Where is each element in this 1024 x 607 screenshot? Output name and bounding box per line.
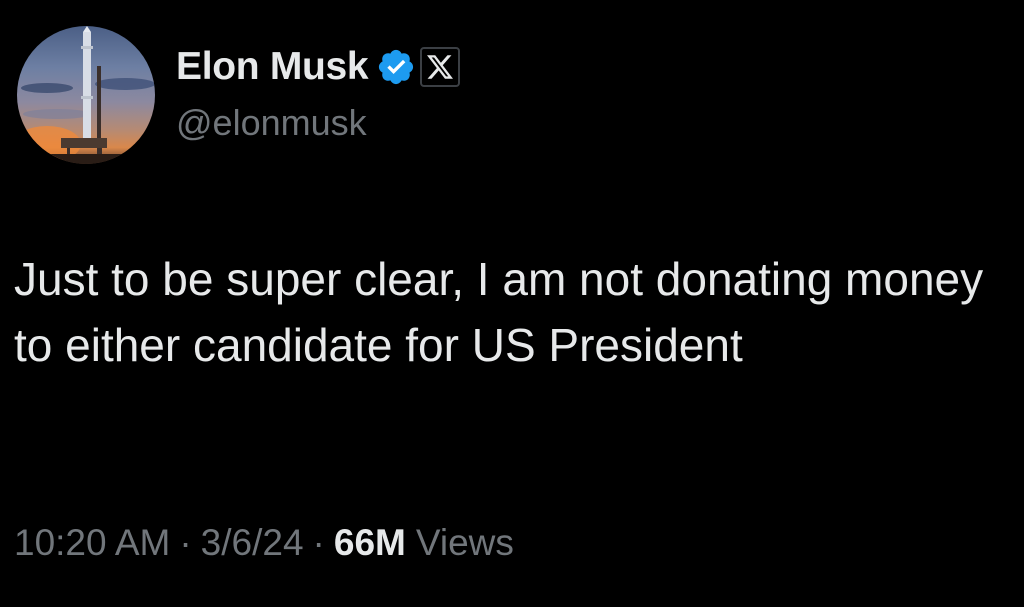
- verified-badge-icon[interactable]: [376, 47, 416, 87]
- tweet-time[interactable]: 10:20 AM: [14, 522, 170, 564]
- meta-separator: ·: [312, 522, 325, 563]
- author-handle[interactable]: @elonmusk: [176, 102, 367, 144]
- author-display-name[interactable]: Elon Musk: [176, 45, 369, 89]
- author-name-row: Elon Musk: [176, 40, 461, 94]
- avatar[interactable]: [17, 26, 155, 164]
- views-count[interactable]: 66M: [334, 522, 406, 564]
- tweet-card: Elon Musk @elonmusk Just to be super cle…: [0, 0, 1024, 607]
- starship-avatar: [17, 26, 155, 164]
- tweet-text: Just to be super clear, I am not donatin…: [14, 253, 984, 371]
- tweet-date[interactable]: 3/6/24: [201, 522, 304, 564]
- meta-separator: ·: [179, 522, 192, 563]
- x-logo-icon[interactable]: [420, 47, 461, 87]
- tweet-meta: 10:20 AM · 3/6/24 · 66M Views: [14, 522, 514, 564]
- views-label[interactable]: Views: [416, 522, 514, 564]
